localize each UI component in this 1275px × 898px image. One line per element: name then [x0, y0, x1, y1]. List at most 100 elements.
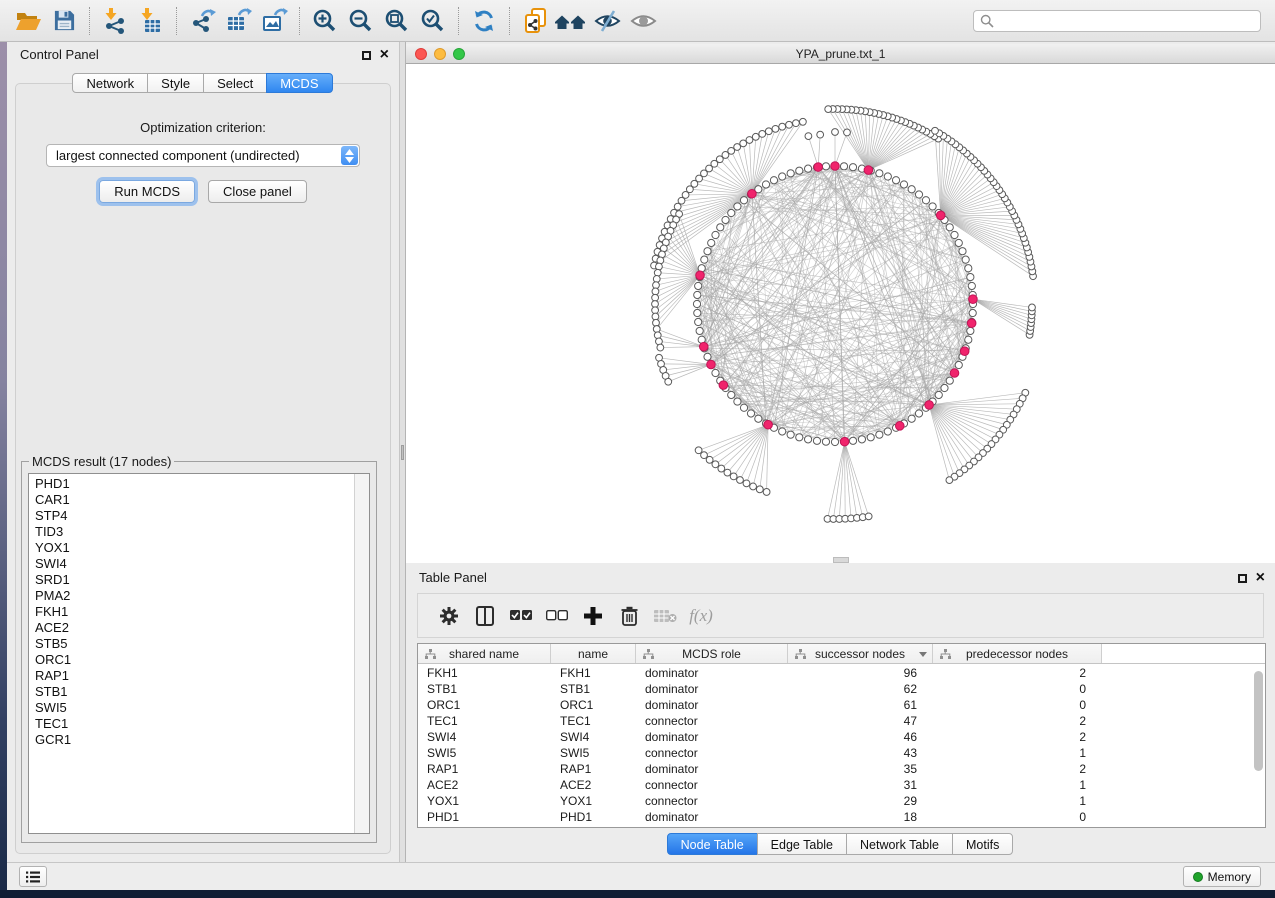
- graph-node[interactable]: [796, 167, 803, 174]
- delete-table-button[interactable]: [647, 599, 683, 633]
- mcds-result-item[interactable]: STB5: [30, 636, 353, 652]
- graph-node[interactable]: [908, 186, 915, 193]
- graph-node[interactable]: [962, 256, 969, 263]
- graph-node[interactable]: [969, 295, 978, 304]
- mcds-result-item[interactable]: STB1: [30, 684, 353, 700]
- graph-node[interactable]: [748, 189, 757, 198]
- graph-node[interactable]: [694, 309, 701, 316]
- export-table-button[interactable]: [220, 5, 256, 37]
- search-input[interactable]: [998, 14, 1254, 28]
- mcds-result-item[interactable]: GCR1: [30, 732, 353, 748]
- graph-node[interactable]: [967, 273, 974, 280]
- tab-edge-table[interactable]: Edge Table: [757, 833, 847, 855]
- select-all-button[interactable]: [503, 599, 539, 633]
- graph-node[interactable]: [895, 422, 904, 431]
- graph-node[interactable]: [825, 106, 832, 113]
- tab-motifs[interactable]: Motifs: [952, 833, 1013, 855]
- graph-node[interactable]: [653, 326, 660, 333]
- table-row[interactable]: ORC1ORC1dominator610: [418, 697, 1265, 713]
- graph-node[interactable]: [831, 438, 838, 445]
- graph-node[interactable]: [656, 263, 663, 270]
- graph-node[interactable]: [752, 133, 759, 140]
- graph-node[interactable]: [695, 447, 702, 454]
- graph-node[interactable]: [814, 163, 823, 172]
- graph-node[interactable]: [724, 469, 731, 476]
- graph-node[interactable]: [965, 336, 972, 343]
- graph-node[interactable]: [941, 384, 948, 391]
- graph-node[interactable]: [772, 125, 779, 132]
- graph-node[interactable]: [968, 282, 975, 289]
- table-row[interactable]: FKH1FKH1dominator962: [418, 665, 1265, 681]
- zoom-fit-button[interactable]: [379, 5, 415, 37]
- graph-node[interactable]: [708, 239, 715, 246]
- graph-node[interactable]: [831, 162, 840, 171]
- hide-selected-button[interactable]: [589, 5, 625, 37]
- table-row[interactable]: YOX1YOX1connector291: [418, 793, 1265, 809]
- mcds-result-item[interactable]: RAP1: [30, 668, 353, 684]
- graph-node[interactable]: [712, 369, 719, 376]
- graph-node[interactable]: [730, 473, 737, 480]
- graph-node[interactable]: [734, 203, 741, 210]
- mcds-result-item[interactable]: CAR1: [30, 492, 353, 508]
- graph-node[interactable]: [696, 271, 705, 280]
- graph-node[interactable]: [799, 118, 806, 125]
- clone-network-button[interactable]: [517, 5, 553, 37]
- graph-node[interactable]: [717, 224, 724, 231]
- graph-node[interactable]: [969, 309, 976, 316]
- graph-node[interactable]: [946, 477, 953, 484]
- graph-node[interactable]: [728, 391, 735, 398]
- close-window-light[interactable]: [415, 48, 427, 60]
- graph-node[interactable]: [704, 353, 711, 360]
- graph-node[interactable]: [652, 313, 659, 320]
- graph-node[interactable]: [740, 140, 747, 147]
- minimize-window-light[interactable]: [434, 48, 446, 60]
- graph-node[interactable]: [750, 483, 757, 490]
- graph-node[interactable]: [932, 127, 939, 134]
- graph-node[interactable]: [706, 456, 713, 463]
- table-settings-button[interactable]: [431, 599, 467, 633]
- save-session-button[interactable]: [46, 5, 82, 37]
- graph-node[interactable]: [653, 282, 660, 289]
- horizontal-splitter-grip[interactable]: [833, 557, 849, 563]
- graph-node[interactable]: [946, 377, 953, 384]
- column-layout-button[interactable]: [467, 599, 503, 633]
- graph-node[interactable]: [779, 123, 786, 130]
- graph-node[interactable]: [915, 191, 922, 198]
- graph-node[interactable]: [701, 256, 708, 263]
- graph-node[interactable]: [892, 177, 899, 184]
- export-image-button[interactable]: [256, 5, 292, 37]
- export-network-button[interactable]: [184, 5, 220, 37]
- graph-node[interactable]: [876, 431, 883, 438]
- float-panel-icon[interactable]: [362, 51, 371, 60]
- memory-button[interactable]: Memory: [1183, 866, 1261, 887]
- graph-node[interactable]: [734, 398, 741, 405]
- graph-node[interactable]: [822, 163, 829, 170]
- graph-node[interactable]: [936, 211, 945, 220]
- mcds-result-item[interactable]: PHD1: [30, 476, 353, 492]
- mcds-result-item[interactable]: ACE2: [30, 620, 353, 636]
- graph-node[interactable]: [804, 165, 811, 172]
- table-row[interactable]: SWI5SWI5connector431: [418, 745, 1265, 761]
- graph-node[interactable]: [876, 170, 883, 177]
- graph-node[interactable]: [652, 301, 659, 308]
- graph-node[interactable]: [840, 437, 849, 446]
- table-row[interactable]: TEC1TEC1connector472: [418, 713, 1265, 729]
- graph-node[interactable]: [759, 131, 766, 138]
- graph-node[interactable]: [793, 120, 800, 127]
- graph-node[interactable]: [884, 173, 891, 180]
- graph-node[interactable]: [867, 434, 874, 441]
- graph-node[interactable]: [712, 231, 719, 238]
- graph-node[interactable]: [965, 265, 972, 272]
- show-all-button[interactable]: [625, 5, 661, 37]
- graph-node[interactable]: [844, 129, 851, 136]
- network-canvas[interactable]: [406, 64, 1275, 563]
- graph-node[interactable]: [955, 361, 962, 368]
- graph-node[interactable]: [747, 410, 754, 417]
- zoom-in-button[interactable]: [307, 5, 343, 37]
- column-header-MCDS-role[interactable]: MCDS role: [636, 644, 788, 663]
- graph-node[interactable]: [915, 410, 922, 417]
- graph-node[interactable]: [1029, 304, 1036, 311]
- mcds-result-item[interactable]: SRD1: [30, 572, 353, 588]
- tab-node-table[interactable]: Node Table: [667, 833, 758, 855]
- mcds-result-item[interactable]: FKH1: [30, 604, 353, 620]
